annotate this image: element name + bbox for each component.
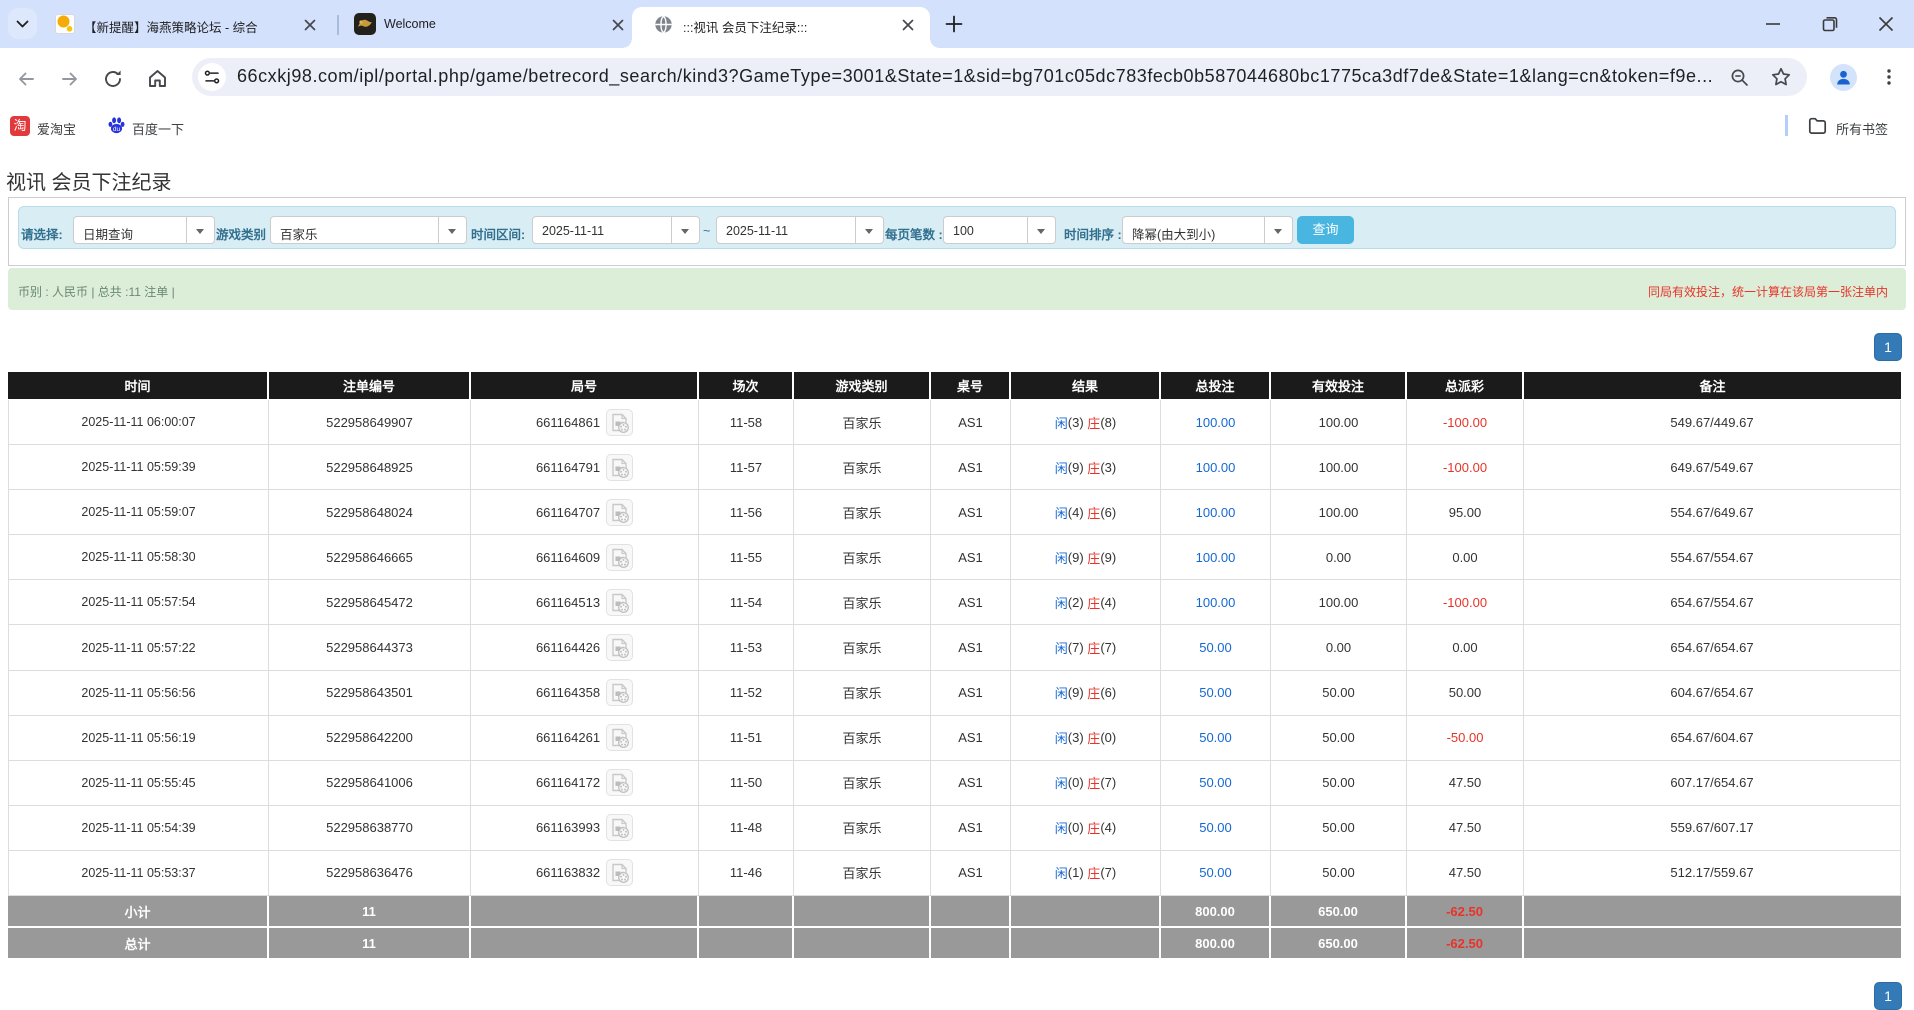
- svg-text:du: du: [113, 126, 121, 133]
